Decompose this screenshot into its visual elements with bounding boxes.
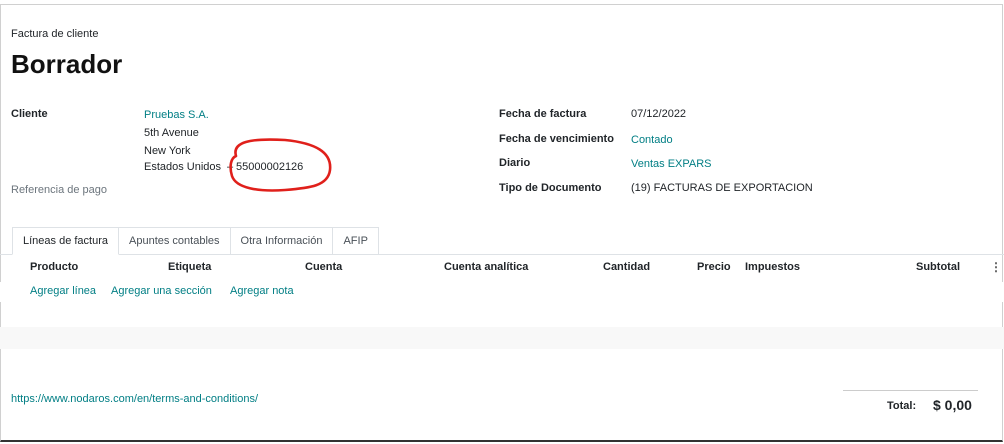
journal-field[interactable]: Ventas EXPARS (631, 158, 712, 170)
invoice-lines-header: Producto Etiqueta Cuenta Cuenta analític… (0, 258, 1004, 278)
due-date-label: Fecha de vencimiento (499, 133, 614, 145)
customer-vat: 55000002126 (236, 161, 304, 173)
add-line-button[interactable]: Agregar línea (30, 285, 96, 297)
notebook-tabs: Líneas de factura Apuntes contables Otra… (12, 227, 379, 255)
journal-label: Diario (499, 157, 531, 169)
document-type-label: Factura de cliente (11, 28, 99, 40)
invoice-date-label: Fecha de factura (499, 108, 587, 120)
column-header-product[interactable]: Producto (30, 261, 78, 273)
invoice-form-sheet (0, 4, 1003, 442)
total-divider (843, 390, 978, 391)
column-header-quantity[interactable]: Cantidad (603, 261, 650, 273)
tab-other-info[interactable]: Otra Información (230, 227, 334, 255)
customer-label: Cliente (11, 108, 48, 120)
customer-country: Estados Unidos (144, 161, 222, 173)
customer-name-link[interactable]: Pruebas S.A. (144, 109, 209, 121)
total-amount: $ 0,00 (933, 397, 972, 413)
document-type-field-label: Tipo de Documento (499, 182, 602, 194)
column-header-taxes[interactable]: Impuestos (745, 261, 800, 273)
column-header-subtotal[interactable]: Subtotal (916, 261, 960, 273)
tab-journal-items[interactable]: Apuntes contables (119, 227, 231, 255)
address-separator: – (227, 161, 234, 173)
add-line-row: Agregar línea Agregar una sección Agrega… (0, 282, 1004, 302)
invoice-date-field[interactable]: 07/12/2022 (631, 108, 686, 120)
column-header-price[interactable]: Precio (697, 261, 731, 273)
tab-invoice-lines[interactable]: Líneas de factura (12, 227, 120, 255)
terms-link[interactable]: https://www.nodaros.com/en/terms-and-con… (11, 393, 258, 405)
empty-row (0, 327, 1004, 349)
customer-address-line1: 5th Avenue (144, 127, 199, 139)
customer-address-line2: New York (144, 145, 191, 157)
tab-afip[interactable]: AFIP (333, 227, 379, 255)
column-header-account[interactable]: Cuenta (305, 261, 342, 273)
total-label: Total: (887, 400, 917, 412)
column-header-label[interactable]: Etiqueta (168, 261, 211, 273)
add-note-button[interactable]: Agregar nota (230, 285, 294, 297)
column-header-analytic-account[interactable]: Cuenta analítica (444, 261, 528, 273)
page-title: Borrador (11, 49, 123, 79)
document-type-field[interactable]: (19) FACTURAS DE EXPORTACION (631, 182, 813, 194)
vertical-ellipsis-icon[interactable]: ⋮ (990, 260, 1002, 274)
payment-reference-label: Referencia de pago (11, 184, 108, 196)
add-section-button[interactable]: Agregar una sección (111, 285, 212, 297)
due-date-field[interactable]: Contado (631, 134, 673, 146)
